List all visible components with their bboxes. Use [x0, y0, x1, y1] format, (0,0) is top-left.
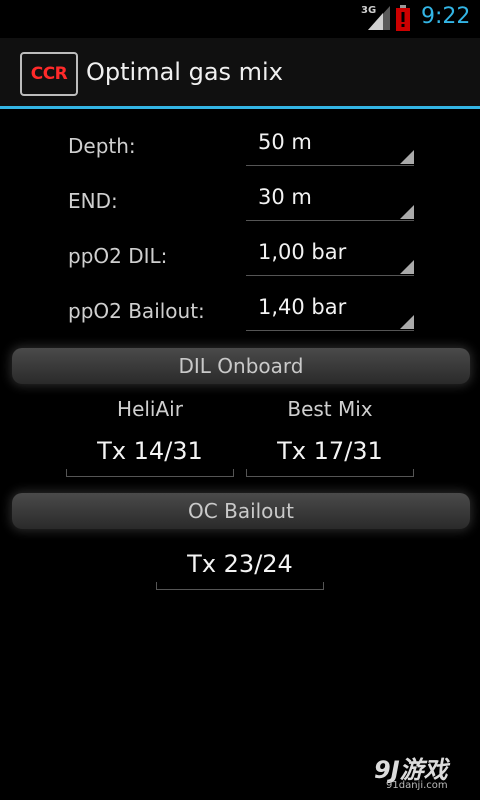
ppo2-bailout-spinner[interactable]: 1,40 bar: [246, 295, 414, 331]
action-bar: CCR Optimal gas mix: [0, 38, 480, 108]
signal-strength-icon: [368, 6, 390, 30]
heliair-result: Tx 14/31: [66, 433, 234, 477]
depth-value: 50 m: [258, 130, 312, 154]
best-mix-result: Tx 17/31: [246, 433, 414, 477]
dropdown-indicator-icon: [400, 260, 414, 274]
watermark: 9J游戏 91danji.com: [374, 750, 474, 796]
end-value: 30 m: [258, 185, 312, 209]
oc-bailout-result: Tx 23/24: [156, 546, 324, 590]
ppo2-dil-label: ppO2 DIL:: [68, 244, 168, 268]
ppo2-dil-value: 1,00 bar: [258, 240, 347, 264]
app-logo[interactable]: CCR: [20, 52, 78, 96]
depth-label: Depth:: [68, 134, 136, 158]
best-mix-label: Best Mix: [287, 397, 373, 421]
end-label: END:: [68, 189, 118, 213]
dil-onboard-title: DIL Onboard: [178, 354, 304, 378]
status-clock: 9:22: [421, 4, 471, 29]
ppo2-bailout-label: ppO2 Bailout:: [68, 299, 205, 323]
page-title: Optimal gas mix: [86, 58, 283, 86]
oc-bailout-header: OC Bailout: [12, 493, 470, 529]
dropdown-indicator-icon: [400, 205, 414, 219]
dil-onboard-header: DIL Onboard: [12, 348, 470, 384]
ppo2-dil-spinner[interactable]: 1,00 bar: [246, 240, 414, 276]
depth-spinner[interactable]: 50 m: [246, 130, 414, 166]
heliair-value: Tx 14/31: [97, 437, 203, 465]
oc-bailout-value: Tx 23/24: [187, 550, 293, 578]
end-spinner[interactable]: 30 m: [246, 185, 414, 221]
oc-bailout-title: OC Bailout: [188, 499, 294, 523]
ppo2-bailout-value: 1,40 bar: [258, 295, 347, 319]
app-logo-text: CCR: [30, 64, 68, 84]
battery-alert-icon: [396, 5, 410, 31]
dropdown-indicator-icon: [400, 315, 414, 329]
dropdown-indicator-icon: [400, 150, 414, 164]
watermark-url: 91danji.com: [386, 780, 448, 791]
heliair-label: HeliAir: [117, 397, 183, 421]
best-mix-value: Tx 17/31: [277, 437, 383, 465]
status-bar: 3G 9:22: [0, 0, 480, 38]
action-bar-divider: [0, 106, 480, 109]
